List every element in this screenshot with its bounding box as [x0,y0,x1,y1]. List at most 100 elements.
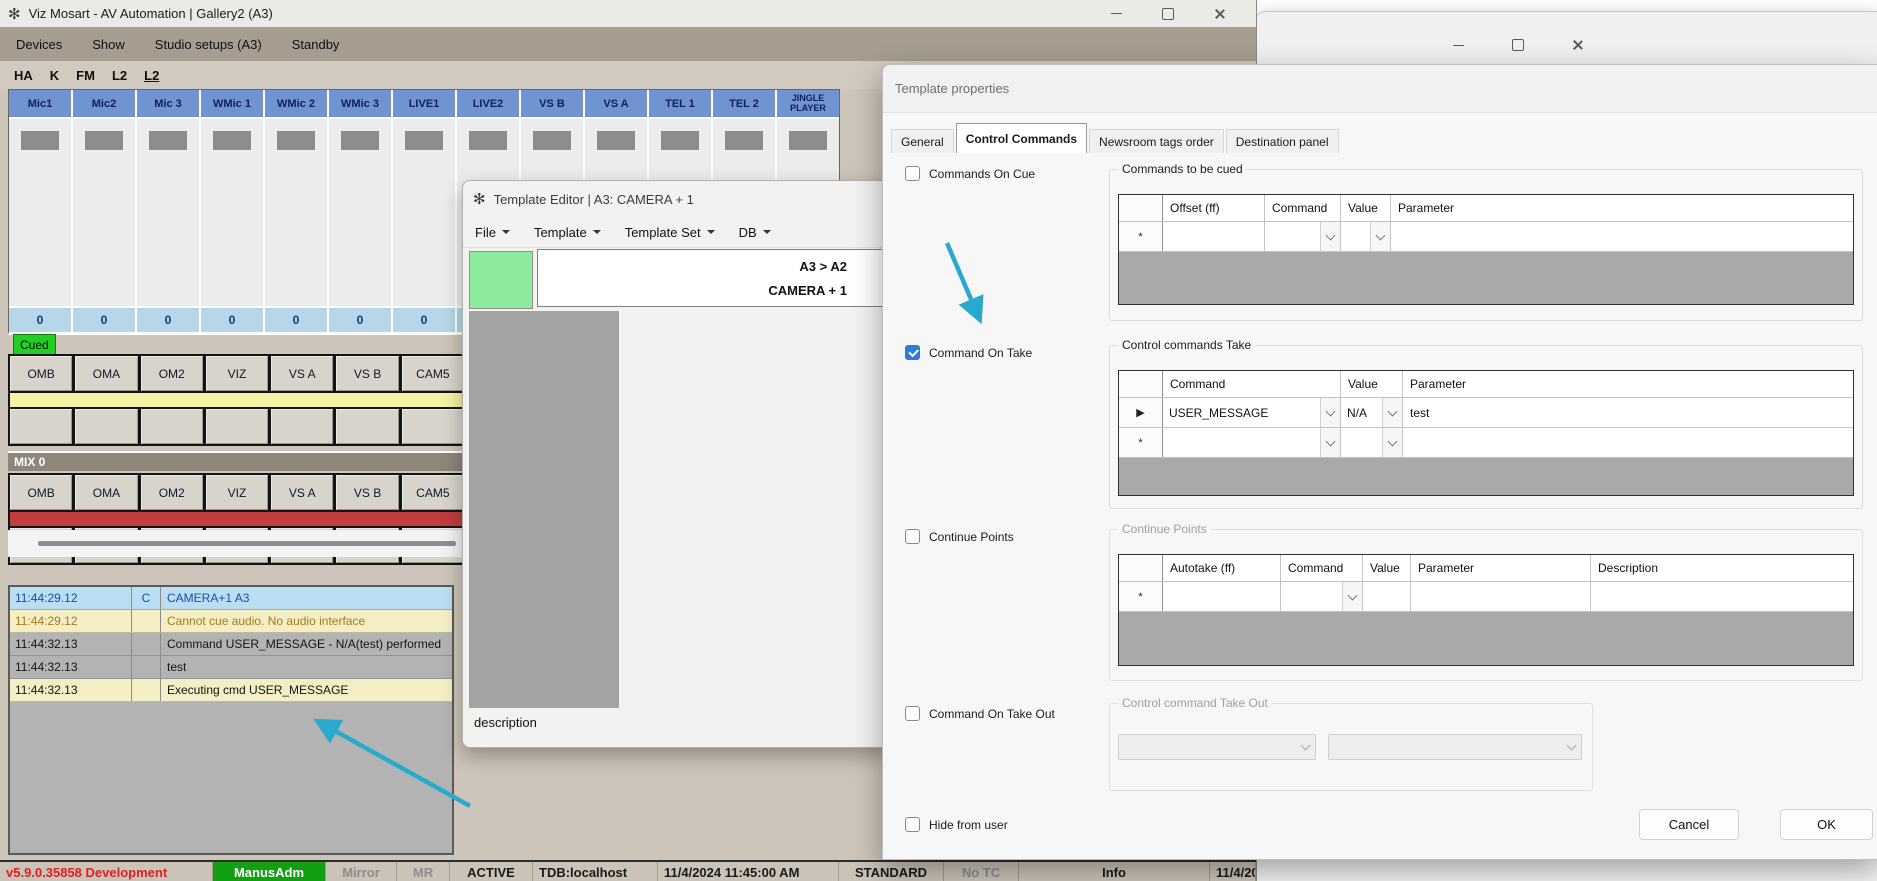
fader-handle[interactable] [341,131,379,150]
blank-button[interactable] [336,409,398,444]
chevron-down-icon[interactable] [1382,428,1402,457]
fader-handle[interactable] [789,131,827,150]
tab-k[interactable]: K [50,68,59,83]
take-out-value-dropdown[interactable] [1328,734,1582,760]
crosspoint-button[interactable]: OMA [75,356,137,391]
fader-handle[interactable] [533,131,571,150]
parameter-cell[interactable]: test [1403,398,1853,427]
crosspoint-button[interactable]: OM2 [141,356,203,391]
chevron-down-icon[interactable] [1320,398,1340,427]
parameter-cell[interactable] [1403,428,1853,457]
blank-button[interactable] [402,409,464,444]
template-color-swatch[interactable] [469,251,533,309]
menu-template-set[interactable]: Template Set [625,225,715,240]
command-dropdown[interactable] [1281,582,1363,611]
menu-standby[interactable]: Standby [292,37,340,52]
tab-newsroom-tags-order[interactable]: Newsroom tags order [1089,129,1224,153]
blank-button[interactable] [206,409,268,444]
crosspoint-button[interactable]: VS B [336,475,398,510]
blank-button[interactable] [271,409,333,444]
menu-devices[interactable]: Devices [16,37,62,52]
table-row[interactable]: * [1119,428,1853,458]
cancel-button[interactable]: Cancel [1639,809,1739,840]
fader-handle[interactable] [405,131,443,150]
menu-studio-setups[interactable]: Studio setups (A3) [155,37,262,52]
command-dropdown[interactable]: USER_MESSAGE [1163,398,1341,427]
template-editor-titlebar[interactable]: ✻ Template Editor | A3: CAMERA + 1 [463,181,891,217]
blank-button[interactable] [10,409,72,444]
offset-cell[interactable] [1163,222,1265,251]
command-on-take-out-checkbox[interactable] [905,706,920,721]
crosspoint-button[interactable]: VS A [271,475,333,510]
main-titlebar[interactable]: ✻ Viz Mosart - AV Automation | Gallery2 … [0,0,1256,27]
crosspoint-button[interactable]: CAM5 [402,356,464,391]
close-button[interactable] [1561,30,1595,60]
crosspoint-button[interactable]: OMA [75,475,137,510]
table-row[interactable]: * [1119,582,1853,612]
fader-handle[interactable] [213,131,251,150]
log-row[interactable]: 11:44:32.13 test [10,656,452,679]
splitter-handle[interactable] [38,541,456,546]
crosspoint-button[interactable]: CAM5 [402,475,464,510]
crosspoint-button[interactable]: OMB [10,475,72,510]
hide-from-user-checkbox[interactable] [905,817,920,832]
fader-handle[interactable] [661,131,699,150]
menu-db[interactable]: DB [739,225,771,240]
autotake-cell[interactable] [1163,582,1281,611]
crosspoint-button[interactable]: VS A [271,356,333,391]
minimize-button[interactable] [1090,0,1142,27]
dialog-titlebar[interactable]: Template properties [883,65,1877,113]
log-row[interactable]: 11:44:29.12 Cannot cue audio. No audio i… [10,610,452,633]
fader-handle[interactable] [277,131,315,150]
command-on-take-checkbox[interactable] [905,345,920,360]
parameter-cell[interactable] [1391,222,1853,251]
take-out-command-dropdown[interactable] [1118,734,1316,760]
maximize-button[interactable] [1142,0,1194,27]
value-dropdown[interactable] [1341,222,1391,251]
fader-handle[interactable] [149,131,187,150]
background-window-titlebar[interactable] [1256,12,1877,68]
parameter-cell[interactable] [1411,582,1591,611]
value-cell[interactable] [1363,582,1411,611]
fader-handle[interactable] [597,131,635,150]
minimize-button[interactable] [1441,30,1475,60]
ok-button[interactable]: OK [1780,809,1873,840]
value-dropdown[interactable]: N/A [1341,398,1403,427]
maximize-button[interactable] [1501,30,1535,60]
menu-template[interactable]: Template [534,225,601,240]
menu-file[interactable]: File [475,225,510,240]
tab-general[interactable]: General [891,129,954,153]
tab-ha[interactable]: HA [14,68,33,83]
blank-button[interactable] [75,409,137,444]
crosspoint-button[interactable]: VIZ [206,356,268,391]
commands-on-cue-checkbox[interactable] [905,166,920,181]
chevron-down-icon[interactable] [1320,428,1340,457]
table-row[interactable]: ▶ USER_MESSAGE N/A test [1119,398,1853,428]
crosspoint-button[interactable]: VS B [336,356,398,391]
tab-fm[interactable]: FM [76,68,95,83]
tab-l2[interactable]: L2 [112,68,127,83]
tab-control-commands[interactable]: Control Commands [956,123,1087,153]
description-cell[interactable] [1591,582,1853,611]
crosspoint-button[interactable]: OM2 [141,475,203,510]
blank-button[interactable] [141,409,203,444]
tab-destination-panel[interactable]: Destination panel [1226,129,1339,153]
continue-points-checkbox[interactable] [905,529,920,544]
crosspoint-button[interactable]: OMB [10,356,72,391]
fader-handle[interactable] [85,131,123,150]
template-canvas[interactable] [469,311,619,708]
fader-handle[interactable] [469,131,507,150]
menu-show[interactable]: Show [92,37,125,52]
value-dropdown[interactable] [1341,428,1403,457]
chevron-down-icon[interactable] [1342,582,1362,611]
log-row[interactable]: 11:44:29.12 C CAMERA+1 A3 [10,587,452,610]
chevron-down-icon[interactable] [1370,222,1390,251]
tab-l2-active[interactable]: L2 [144,68,159,83]
crosspoint-button[interactable]: VIZ [206,475,268,510]
fader-handle[interactable] [725,131,763,150]
fader-handle[interactable] [21,131,59,150]
chevron-down-icon[interactable] [1382,398,1402,427]
close-button[interactable] [1194,0,1246,27]
command-dropdown[interactable] [1265,222,1341,251]
log-row[interactable]: 11:44:32.13 Executing cmd USER_MESSAGE [10,679,452,702]
